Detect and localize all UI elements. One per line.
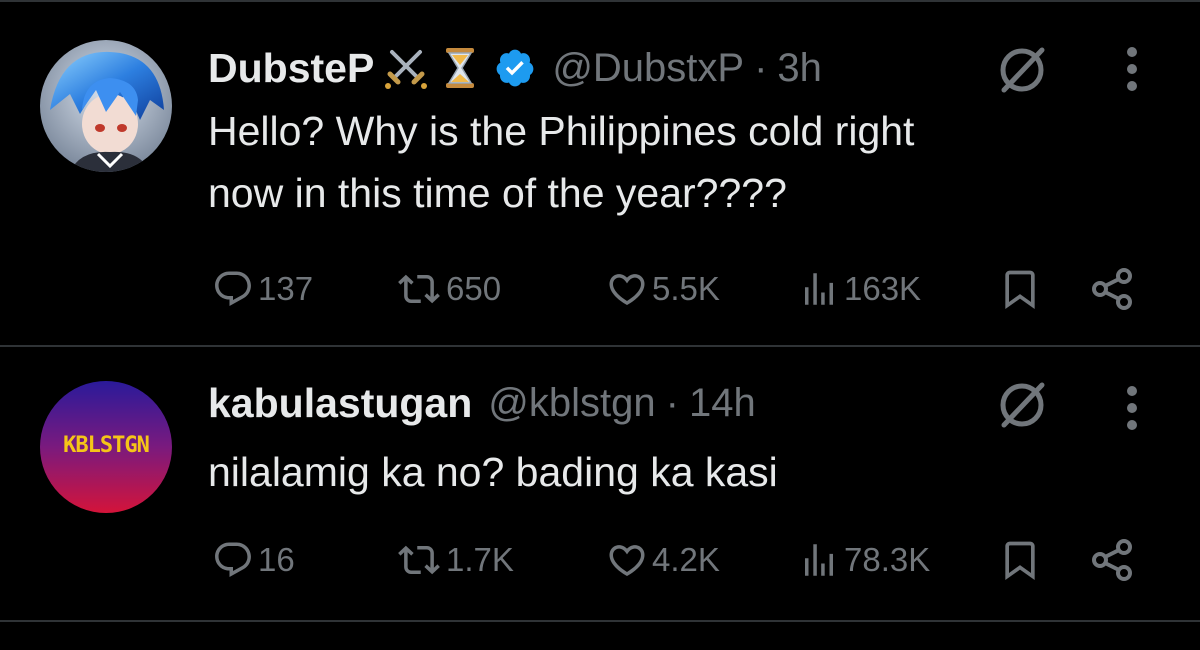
reply-count: 16: [258, 541, 295, 578]
views-chart-icon: [805, 273, 833, 305]
user-handle[interactable]: @kblstgn: [488, 381, 655, 426]
tweet-header: DubsteP @DubstxP · 3h: [208, 40, 822, 96]
tweet-text: nilalamig ka no? bading ka kasi: [208, 449, 778, 495]
display-name[interactable]: kabulastugan: [208, 380, 472, 427]
repost-icon: [398, 274, 440, 304]
bookmark-icon[interactable]: [998, 265, 1042, 318]
crossed-swords-icon: [384, 46, 428, 90]
more-options-icon[interactable]: [1122, 383, 1142, 433]
reply-count: 137: [258, 270, 314, 307]
views-button[interactable]: 163K: [798, 268, 921, 310]
timestamp[interactable]: 14h: [689, 381, 756, 426]
views-count: 163K: [844, 270, 922, 307]
repost-count: 650: [446, 270, 502, 307]
more-options-icon[interactable]: [1122, 44, 1142, 94]
tweet-text: Hello? Why is the Philippines cold right…: [208, 108, 915, 216]
bookmark-icon[interactable]: [998, 536, 1042, 589]
tweet-header: kabulastugan @kblstgn · 14h: [208, 375, 756, 431]
reply-button[interactable]: 16: [212, 539, 295, 581]
verified-badge-icon[interactable]: [494, 47, 536, 89]
repost-button[interactable]: 1.7K: [396, 539, 514, 581]
repost-icon: [398, 545, 440, 575]
views-button[interactable]: 78.3K: [798, 539, 930, 581]
timestamp[interactable]: 3h: [777, 46, 822, 91]
separator-dot: ·: [665, 380, 679, 425]
heart-icon: [609, 545, 645, 577]
tweet-1[interactable]: DubsteP @DubstxP · 3h Hello? Why is the …: [0, 0, 1200, 345]
avatar-label: KBLSTGN: [63, 433, 150, 458]
repost-button[interactable]: 650: [396, 268, 501, 310]
display-name[interactable]: DubsteP: [208, 45, 374, 92]
tweet-2[interactable]: KBLSTGN kabulastugan @kblstgn · 14h nila…: [0, 347, 1200, 620]
hourglass-icon: [438, 46, 482, 90]
views-count: 78.3K: [844, 541, 931, 578]
like-count: 4.2K: [652, 541, 720, 578]
reply-button[interactable]: 137: [212, 268, 313, 310]
reply-icon: [215, 271, 251, 306]
separator-dot: ·: [754, 45, 768, 90]
heart-icon: [609, 274, 645, 306]
views-chart-icon: [805, 544, 833, 576]
share-icon[interactable]: [1088, 265, 1136, 318]
like-button[interactable]: 4.2K: [606, 539, 720, 581]
grok-icon[interactable]: [996, 379, 1048, 431]
reply-icon: [215, 542, 251, 577]
like-button[interactable]: 5.5K: [606, 268, 720, 310]
avatar[interactable]: [40, 40, 172, 172]
bottom-divider: [0, 620, 1200, 622]
like-count: 5.5K: [652, 270, 720, 307]
user-handle[interactable]: @DubstxP: [552, 46, 744, 91]
share-icon[interactable]: [1088, 536, 1136, 589]
repost-count: 1.7K: [446, 541, 514, 578]
grok-icon[interactable]: [996, 44, 1048, 96]
